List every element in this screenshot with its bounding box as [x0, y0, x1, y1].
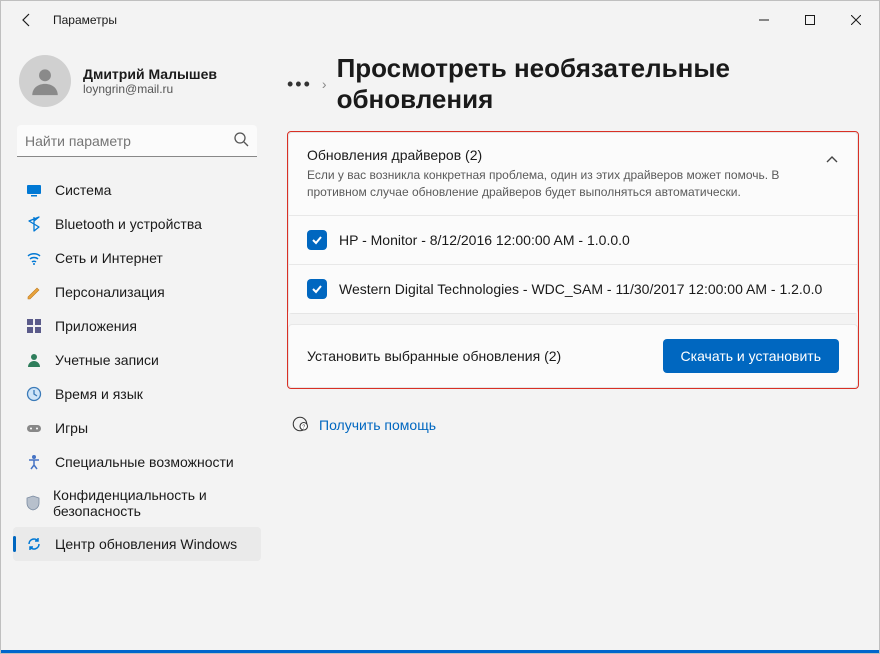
sidebar-item-label: Приложения: [55, 318, 137, 334]
network-icon: [25, 249, 43, 267]
sidebar-item-label: Игры: [55, 420, 88, 436]
driver-update-row: HP - Monitor - 8/12/2016 12:00:00 AM - 1…: [289, 215, 857, 264]
gaming-icon: [25, 419, 43, 437]
sidebar-item-apps[interactable]: Приложения: [13, 309, 261, 343]
account-block[interactable]: Дмитрий Малышев loyngrin@mail.ru: [13, 53, 261, 109]
help-link-row: ? Получить помощь: [287, 415, 859, 436]
install-summary: Установить выбранные обновления (2): [307, 348, 561, 364]
sidebar-item-accessibility[interactable]: Специальные возможности: [13, 445, 261, 479]
sidebar-item-label: Конфиденциальность и безопасность: [53, 487, 249, 519]
download-install-button[interactable]: Скачать и установить: [663, 339, 839, 373]
sidebar: Дмитрий Малышев loyngrin@mail.ru Система…: [1, 39, 273, 650]
page-title: Просмотреть необязательные обновления: [337, 53, 859, 115]
install-bar: Установить выбранные обновления (2) Скач…: [288, 324, 858, 388]
sidebar-item-bluetooth[interactable]: Bluetooth и устройства: [13, 207, 261, 241]
sidebar-item-label: Сеть и Интернет: [55, 250, 163, 266]
driver-updates-subtitle: Если у вас возникла конкретная проблема,…: [307, 167, 813, 201]
maximize-button[interactable]: [787, 4, 833, 36]
sidebar-item-label: Время и язык: [55, 386, 143, 402]
account-name: Дмитрий Малышев: [83, 66, 217, 82]
sidebar-item-personalization[interactable]: Персонализация: [13, 275, 261, 309]
driver-updates-panel: Обновления драйверов (2) Если у вас возн…: [288, 132, 858, 314]
svg-text:?: ?: [302, 424, 305, 430]
sidebar-item-accounts[interactable]: Учетные записи: [13, 343, 261, 377]
chevron-right-icon: ›: [322, 76, 327, 92]
sidebar-item-update[interactable]: Центр обновления Windows: [13, 527, 261, 561]
privacy-icon: [25, 494, 41, 512]
sidebar-item-label: Bluetooth и устройства: [55, 216, 202, 232]
driver-update-row: Western Digital Technologies - WDC_SAM -…: [289, 264, 857, 313]
sidebar-item-time[interactable]: Время и язык: [13, 377, 261, 411]
sidebar-item-network[interactable]: Сеть и Интернет: [13, 241, 261, 275]
taskbar-sliver: [1, 650, 879, 653]
account-email: loyngrin@mail.ru: [83, 82, 217, 96]
update-icon: [25, 535, 43, 553]
personalization-icon: [25, 283, 43, 301]
system-icon: [25, 181, 43, 199]
minimize-button[interactable]: [741, 4, 787, 36]
driver-checkbox[interactable]: [307, 230, 327, 250]
sidebar-item-system[interactable]: Система: [13, 173, 261, 207]
chevron-up-icon: [825, 153, 839, 170]
highlight-box: Обновления драйверов (2) Если у вас возн…: [287, 131, 859, 389]
window-title: Параметры: [53, 13, 117, 27]
close-button[interactable]: [833, 4, 879, 36]
accessibility-icon: [25, 453, 43, 471]
apps-icon: [25, 317, 43, 335]
help-link[interactable]: Получить помощь: [319, 417, 436, 433]
sidebar-item-privacy[interactable]: Конфиденциальность и безопасность: [13, 479, 261, 527]
search-box[interactable]: [17, 125, 257, 157]
search-icon: [233, 131, 249, 150]
main-content: ••• › Просмотреть необязательные обновле…: [273, 39, 879, 650]
sidebar-item-label: Специальные возможности: [55, 454, 234, 470]
search-input[interactable]: [25, 133, 233, 149]
driver-updates-header[interactable]: Обновления драйверов (2) Если у вас возн…: [289, 133, 857, 215]
sidebar-item-label: Персонализация: [55, 284, 165, 300]
avatar: [19, 55, 71, 107]
driver-label: Western Digital Technologies - WDC_SAM -…: [339, 281, 822, 297]
sidebar-item-label: Центр обновления Windows: [55, 536, 237, 552]
breadcrumb-overflow[interactable]: •••: [287, 74, 312, 95]
titlebar: Параметры: [1, 1, 879, 39]
time-icon: [25, 385, 43, 403]
back-button[interactable]: [11, 4, 43, 36]
sidebar-item-label: Учетные записи: [55, 352, 159, 368]
accounts-icon: [25, 351, 43, 369]
help-icon: ?: [291, 415, 309, 436]
sidebar-item-gaming[interactable]: Игры: [13, 411, 261, 445]
breadcrumb: ••• › Просмотреть необязательные обновле…: [287, 53, 859, 115]
driver-checkbox[interactable]: [307, 279, 327, 299]
bluetooth-icon: [25, 215, 43, 233]
driver-updates-title: Обновления драйверов (2): [307, 147, 813, 163]
driver-label: HP - Monitor - 8/12/2016 12:00:00 AM - 1…: [339, 232, 630, 248]
sidebar-item-label: Система: [55, 182, 111, 198]
